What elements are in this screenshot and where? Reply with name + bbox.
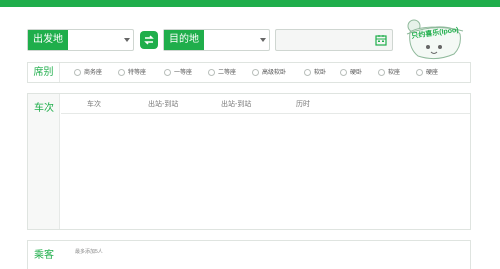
departure-label: 出发地 <box>28 30 68 50</box>
column-duration: 历时 <box>296 101 310 108</box>
chevron-down-icon <box>260 38 266 42</box>
radio-icon[interactable] <box>208 68 215 76</box>
seat-option[interactable]: 软卧 <box>304 67 326 79</box>
destination-label: 目的地 <box>164 30 204 50</box>
swap-button[interactable] <box>140 31 158 49</box>
seat-option[interactable]: 硬座 <box>416 67 438 79</box>
radio-icon[interactable] <box>164 68 171 76</box>
top-accent-bar <box>0 0 500 7</box>
mascot-illustration: 只约喜乐(Ipoo) <box>404 18 466 62</box>
radio-icon[interactable] <box>252 68 259 76</box>
seat-option[interactable]: 软座 <box>378 67 400 79</box>
seat-option[interactable]: 一等座 <box>164 67 192 79</box>
passenger-title: 乘客 <box>34 250 54 261</box>
seat-option[interactable]: 特等座 <box>118 67 146 79</box>
radio-icon[interactable] <box>304 68 311 76</box>
train-table-header: 车次 出站-到站 出站-到站 历时 <box>61 94 470 114</box>
column-departure-arrival: 出站-到站 <box>221 101 252 108</box>
train-list-title: 车次 <box>34 103 54 114</box>
departure-select[interactable]: 出发地 <box>27 29 134 51</box>
calendar-icon[interactable] <box>375 34 387 46</box>
radio-icon[interactable] <box>340 68 347 76</box>
seat-option[interactable]: 商务座 <box>74 67 102 79</box>
swap-icon <box>144 35 154 45</box>
passenger-hint: 最多添加5人 <box>75 249 103 255</box>
train-list-sidebar: 车次 <box>28 94 60 229</box>
train-list-panel: 车次 车次 出站-到站 出站-到站 历时 <box>27 93 471 230</box>
seat-option[interactable]: 高级软卧 <box>252 67 286 79</box>
column-departure-arrival: 出站-到站 <box>148 101 179 108</box>
destination-select[interactable]: 目的地 <box>163 29 270 51</box>
seat-class-title: 席别 <box>28 63 60 82</box>
radio-icon[interactable] <box>416 68 423 76</box>
radio-icon[interactable] <box>74 68 81 76</box>
radio-icon[interactable] <box>118 68 125 76</box>
date-input[interactable] <box>275 29 393 51</box>
radio-icon[interactable] <box>378 68 385 76</box>
column-train-number: 车次 <box>87 101 101 108</box>
seat-option[interactable]: 硬卧 <box>340 67 362 79</box>
passenger-panel: 乘客 最多添加5人 <box>27 240 471 269</box>
seat-class-filter: 席别 商务座 特等座 一等座 二等座 高级软卧 软卧 硬卧 软座 硬座 <box>27 62 471 83</box>
seat-option[interactable]: 二等座 <box>208 67 236 79</box>
chevron-down-icon <box>124 38 130 42</box>
